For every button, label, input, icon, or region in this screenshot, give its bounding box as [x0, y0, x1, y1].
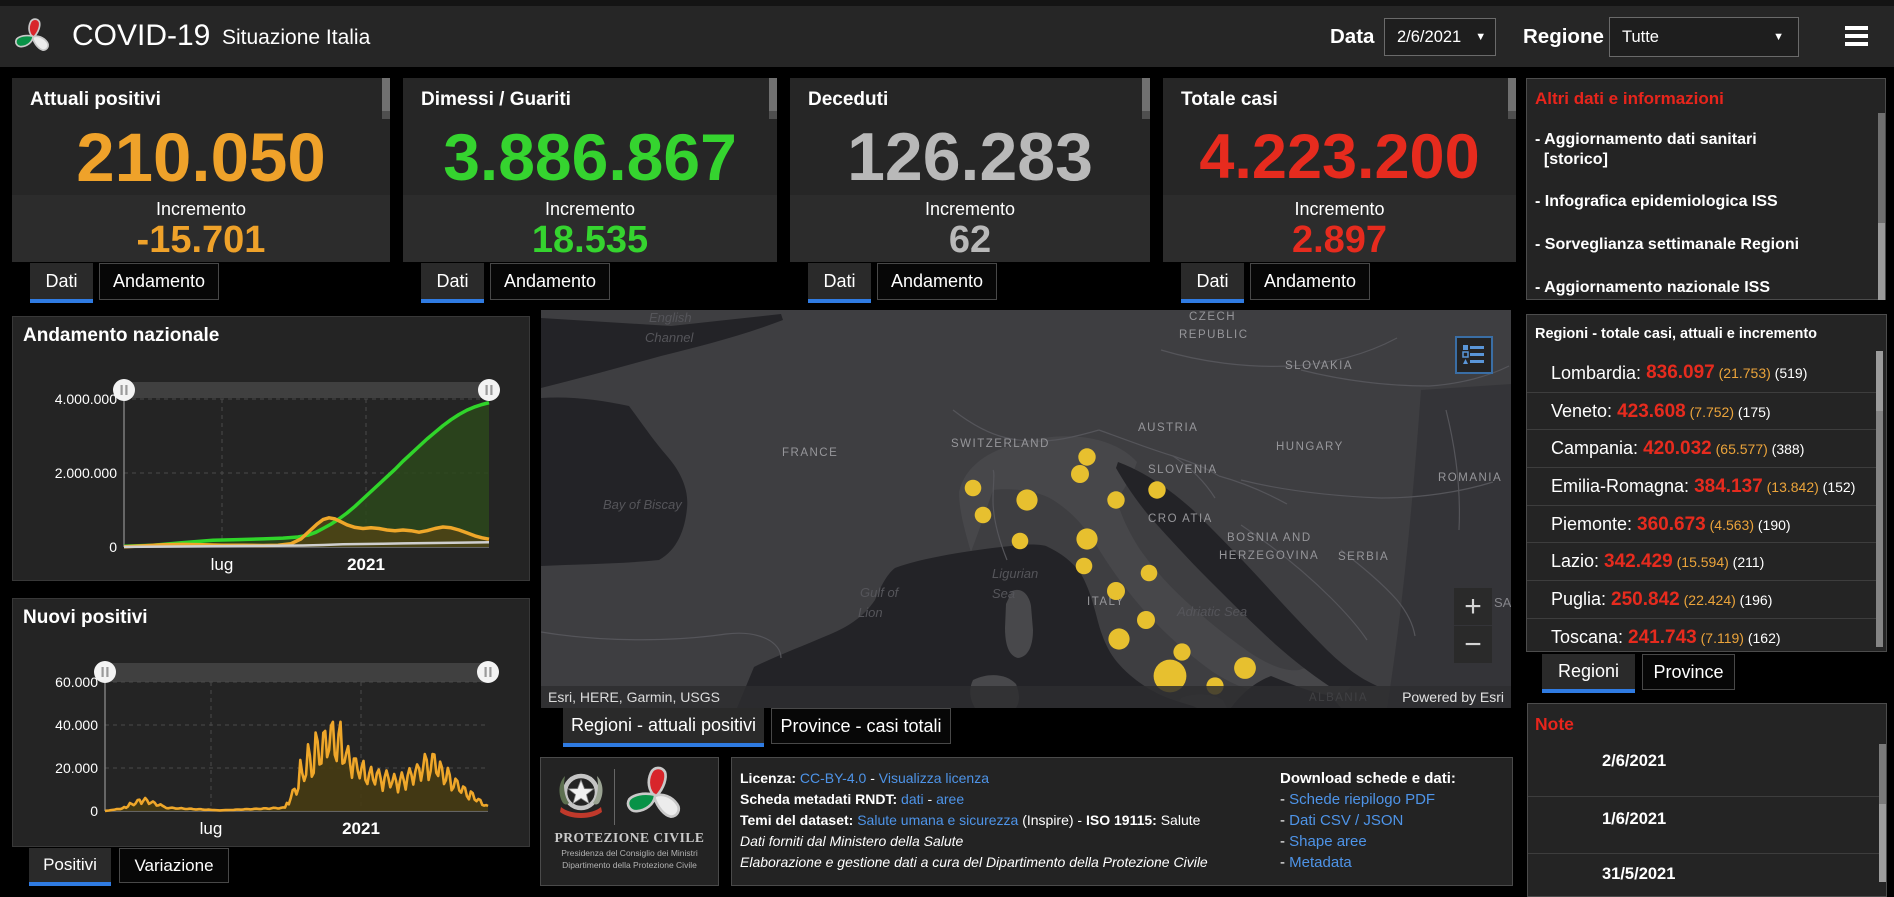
svg-text:4.000.000: 4.000.000 — [55, 391, 117, 407]
svg-text:0: 0 — [109, 539, 117, 555]
svg-text:Powered by Esri: Powered by Esri — [1402, 689, 1504, 705]
svg-text:20.000: 20.000 — [55, 760, 98, 776]
svg-text:Bay of Biscay: Bay of Biscay — [603, 497, 683, 512]
svg-text:English: English — [649, 310, 692, 325]
svg-text:2021: 2021 — [347, 555, 385, 574]
svg-text:SAR: SAR — [1494, 595, 1511, 610]
svg-text:lug: lug — [211, 555, 234, 574]
svg-text:Channel: Channel — [645, 330, 695, 345]
svg-text:Esri, HERE, Garmin, USGS: Esri, HERE, Garmin, USGS — [548, 689, 720, 705]
svg-text:2.000.000: 2.000.000 — [55, 465, 117, 481]
svg-text:CRO ATIA: CRO ATIA — [1148, 513, 1213, 525]
svg-text:lug: lug — [200, 819, 223, 838]
svg-text:0: 0 — [90, 803, 98, 819]
svg-text:SWITZERLAND: SWITZERLAND — [951, 438, 1050, 450]
svg-text:SLOVAKIA: SLOVAKIA — [1285, 360, 1353, 372]
svg-text:HERZEGOVINA: HERZEGOVINA — [1219, 550, 1319, 562]
svg-text:HUNGARY: HUNGARY — [1276, 441, 1344, 453]
svg-text:60.000: 60.000 — [55, 674, 98, 690]
svg-text:CZECH: CZECH — [1189, 311, 1236, 323]
svg-text:AUSTRIA: AUSTRIA — [1138, 422, 1198, 434]
svg-text:2021: 2021 — [342, 819, 380, 838]
svg-text:SLOVENIA: SLOVENIA — [1148, 464, 1218, 476]
svg-text:BOSNIA AND: BOSNIA AND — [1227, 532, 1312, 544]
svg-text:ROMANIA: ROMANIA — [1438, 472, 1502, 484]
svg-text:Adriatic Sea: Adriatic Sea — [1176, 604, 1247, 619]
svg-text:Gulf of: Gulf of — [860, 585, 900, 600]
svg-text:REPUBLIC: REPUBLIC — [1179, 329, 1249, 341]
svg-text:Ligurian: Ligurian — [992, 566, 1038, 581]
svg-text:Lion: Lion — [858, 605, 883, 620]
svg-text:FRANCE: FRANCE — [782, 447, 838, 459]
svg-text:40.000: 40.000 — [55, 717, 98, 733]
svg-text:SERBIA: SERBIA — [1338, 551, 1389, 563]
svg-text:Sea: Sea — [992, 586, 1015, 601]
